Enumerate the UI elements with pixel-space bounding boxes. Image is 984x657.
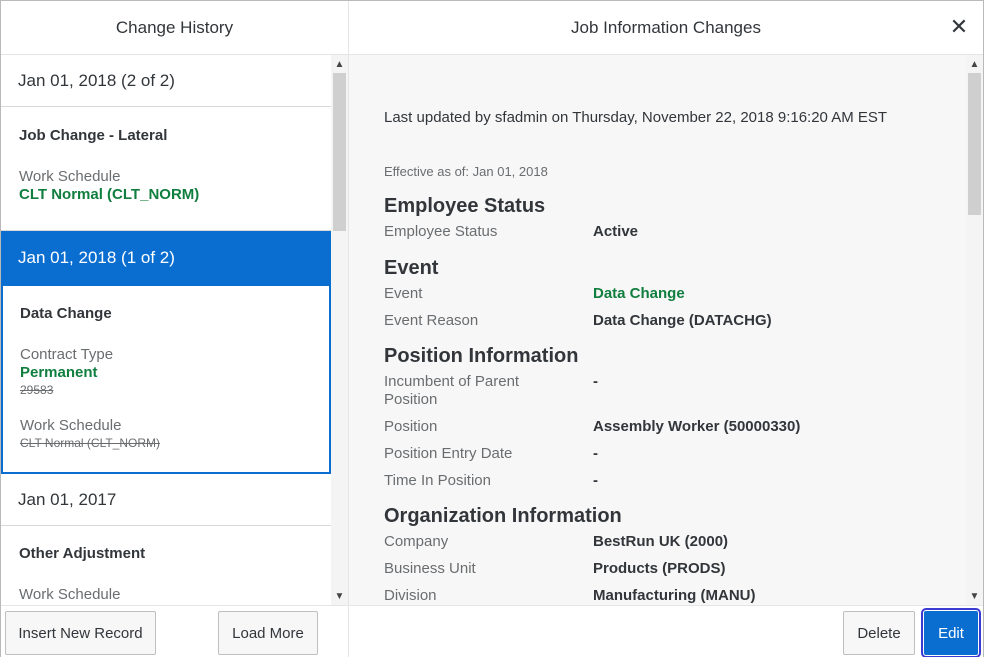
edit-button[interactable]: Edit <box>921 608 981 657</box>
history-date-row[interactable]: Jan 01, 2017 <box>1 474 331 526</box>
record-title: Job Change - Lateral <box>19 127 168 144</box>
field-label: Time In Position <box>384 472 491 489</box>
field-value: Assembly Worker (50000330) <box>593 418 801 435</box>
field-label: Division <box>384 587 437 604</box>
field-value: Products (PRODS) <box>593 560 726 577</box>
field-label: Contract Type <box>20 346 114 363</box>
field-value: Active <box>593 223 639 240</box>
field-label: Position Entry Date <box>384 445 513 462</box>
section-title-employee-status: Employee Status <box>384 195 546 217</box>
record-title: Data Change <box>20 305 112 322</box>
history-date-row-selected[interactable]: Jan 01, 2018 (1 of 2) <box>1 231 331 284</box>
history-record-detail-focused[interactable]: Data Change Contract Type Permanent 2958… <box>1 284 331 474</box>
close-icon[interactable]: ✕ <box>947 14 971 39</box>
history-date-row[interactable]: Jan 01, 2018 (2 of 2) <box>1 55 331 107</box>
load-more-button[interactable]: Load More <box>218 611 318 655</box>
field-new-value: CLT Normal (CLT_NORM) <box>19 186 200 203</box>
field-label: Company <box>384 533 449 550</box>
scroll-up-icon[interactable]: ▲ <box>966 55 983 73</box>
scrollbar-thumb[interactable] <box>968 73 981 215</box>
field-label: Work Schedule <box>20 417 122 434</box>
job-information-pane: Job Information Changes ✕ Last updated b… <box>349 1 984 657</box>
scroll-down-icon[interactable]: ▼ <box>966 587 983 605</box>
left-footer-toolbar: Insert New Record Load More <box>1 605 348 657</box>
job-information-title: Job Information Changes <box>349 1 983 55</box>
scrollbar-thumb[interactable] <box>333 73 346 231</box>
change-history-dialog: Change History Jan 01, 2018 (2 of 2) Job… <box>0 0 984 657</box>
last-updated-text: Last updated by sfadmin on Thursday, Nov… <box>384 109 888 126</box>
history-record-detail: Job Change - Lateral Work Schedule CLT N… <box>1 107 331 231</box>
field-label: Position <box>384 418 438 435</box>
field-label: Employee Status <box>384 223 498 240</box>
change-history-pane: Change History Jan 01, 2018 (2 of 2) Job… <box>1 1 349 657</box>
field-old-value: 29583 <box>20 383 54 397</box>
field-value: Data Change (DATACHG) <box>593 312 772 329</box>
effective-date-text: Effective as of: Jan 01, 2018 <box>384 164 548 179</box>
field-old-value: CLT Normal (CLT_NORM) <box>20 436 161 450</box>
scroll-up-icon[interactable]: ▲ <box>331 55 348 73</box>
record-title: Other Adjustment <box>19 545 146 562</box>
event-value-link[interactable]: Data Change <box>593 285 685 302</box>
job-information-content: Last updated by sfadmin on Thursday, Nov… <box>349 55 966 605</box>
right-footer-toolbar: Delete Edit <box>349 605 983 657</box>
field-label: Incumbent of Parent Position <box>384 373 520 408</box>
section-title-position-information: Position Information <box>384 345 579 367</box>
section-title-organization-information: Organization Information <box>384 505 622 527</box>
field-value: BestRun UK (2000) <box>593 533 729 550</box>
right-scrollbar[interactable]: ▲ ▼ <box>966 55 983 605</box>
change-history-list: Jan 01, 2018 (2 of 2) Job Change - Later… <box>1 55 331 605</box>
change-history-title: Change History <box>1 1 348 55</box>
field-value: Manufacturing (MANU) <box>593 587 756 604</box>
field-value: - <box>593 373 598 390</box>
field-label: Event Reason <box>384 312 479 329</box>
field-label: Work Schedule <box>19 586 121 603</box>
field-value: - <box>593 445 598 462</box>
history-record-detail: Other Adjustment Work Schedule <box>1 526 331 605</box>
field-value: - <box>593 472 598 489</box>
field-label: Work Schedule <box>19 168 121 185</box>
left-scrollbar[interactable]: ▲ ▼ <box>331 55 348 605</box>
insert-new-record-button[interactable]: Insert New Record <box>5 611 156 655</box>
scroll-down-icon[interactable]: ▼ <box>331 587 348 605</box>
section-title-event: Event <box>384 257 439 279</box>
field-label: Business Unit <box>384 560 476 577</box>
field-label: Event <box>384 285 423 302</box>
field-new-value: Permanent <box>20 364 98 381</box>
delete-button[interactable]: Delete <box>843 611 915 655</box>
